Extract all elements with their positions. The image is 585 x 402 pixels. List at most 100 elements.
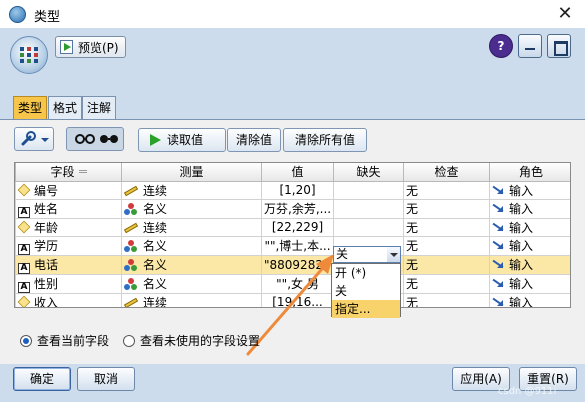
cell-measure[interactable]: 连续 xyxy=(121,180,262,200)
field-name: 性别 xyxy=(34,276,59,291)
column-header-field-label: 字段 xyxy=(50,165,75,180)
cell-field[interactable]: A 性别 xyxy=(15,273,122,294)
field-name: 编号 xyxy=(34,183,59,198)
input-arrow-icon xyxy=(492,297,504,307)
cell-check[interactable]: 无 xyxy=(403,254,490,275)
radio-current-fields[interactable]: 查看当前字段 xyxy=(20,332,109,349)
column-header-role[interactable]: 角色 xyxy=(489,163,570,182)
cell-measure[interactable]: 连续 xyxy=(121,217,262,237)
string-icon: A xyxy=(18,206,30,217)
input-arrow-icon xyxy=(492,185,504,195)
missing-option-specify[interactable]: 指定... xyxy=(332,300,400,318)
missing-option-off[interactable]: 关 xyxy=(332,282,400,300)
glasses-icon xyxy=(75,134,118,144)
missing-dropdown-list: 开 (*) 关 指定... xyxy=(331,263,401,318)
cell-field[interactable]: 编号 xyxy=(15,180,122,200)
column-header-check[interactable]: 检查 xyxy=(403,163,490,182)
cell-check[interactable]: 无 xyxy=(403,180,490,200)
watermark: csdn @911i xyxy=(498,386,557,397)
cell-role[interactable]: 输入 xyxy=(489,180,570,200)
ok-button[interactable]: 确定 xyxy=(13,367,71,391)
table-row[interactable]: A 姓名 名义 万芬,余芳,... 无 输入 xyxy=(15,198,570,219)
input-arrow-icon xyxy=(492,222,504,232)
sort-icon xyxy=(78,170,87,174)
cell-missing[interactable] xyxy=(333,198,404,219)
measure-label: 连续 xyxy=(143,220,168,235)
role-label: 输入 xyxy=(509,239,534,253)
cell-check[interactable]: 无 xyxy=(403,235,490,256)
cell-field[interactable]: A 姓名 xyxy=(15,198,122,219)
ruler-icon xyxy=(123,185,139,196)
nominal-icon xyxy=(124,278,138,290)
preview-label: 预览(P) xyxy=(78,41,119,55)
cell-role[interactable]: 输入 xyxy=(489,254,570,275)
minimize-button[interactable] xyxy=(518,34,542,58)
diamond-icon xyxy=(17,295,31,307)
cell-role[interactable]: 输入 xyxy=(489,198,570,219)
column-header-values[interactable]: 值 xyxy=(261,163,334,182)
tab-format[interactable]: 格式 xyxy=(48,96,83,120)
tools-menu-button[interactable] xyxy=(14,127,54,151)
measure-label: 连续 xyxy=(143,183,168,198)
cell-role[interactable]: 输入 xyxy=(489,273,570,294)
measure-label: 名义 xyxy=(143,277,168,291)
input-arrow-icon xyxy=(492,259,504,269)
measure-label: 名义 xyxy=(143,202,168,216)
role-label: 输入 xyxy=(509,258,534,272)
chevron-down-icon[interactable] xyxy=(387,247,400,262)
view-toggle-button[interactable] xyxy=(66,127,124,151)
nominal-icon xyxy=(124,259,138,271)
cell-role[interactable]: 输入 xyxy=(489,292,570,307)
column-header-missing[interactable]: 缺失 xyxy=(333,163,404,182)
radio-unselected-icon xyxy=(123,335,135,347)
cell-field[interactable]: 收入 xyxy=(15,292,122,307)
radio-unused-settings-label: 查看未使用的字段设置 xyxy=(140,334,261,348)
missing-option-on[interactable]: 开 (*) xyxy=(332,264,400,282)
cell-field[interactable]: A 学历 xyxy=(15,235,122,256)
cell-measure[interactable]: 名义 xyxy=(121,198,262,219)
role-label: 输入 xyxy=(509,183,534,198)
table-row[interactable]: 编号 连续 [1,20] 无 输入 xyxy=(15,180,570,200)
radio-unused-settings[interactable]: 查看未使用的字段设置 xyxy=(123,332,260,349)
maximize-button[interactable] xyxy=(547,34,571,58)
measure-label: 名义 xyxy=(143,239,168,253)
input-arrow-icon xyxy=(492,278,504,288)
cell-field[interactable]: 年龄 xyxy=(15,217,122,237)
tab-divider xyxy=(0,119,585,120)
title-bar xyxy=(0,0,585,28)
cell-values[interactable]: [1,20] xyxy=(261,180,334,200)
node-glyph-icon xyxy=(20,47,38,63)
role-label: 输入 xyxy=(509,202,534,216)
cell-check[interactable]: 无 xyxy=(403,217,490,237)
measure-label: 名义 xyxy=(143,258,168,272)
string-icon: A xyxy=(18,243,30,254)
clear-all-values-button[interactable]: 清除所有值 xyxy=(283,128,367,152)
tab-annotation[interactable]: 注解 xyxy=(82,96,117,120)
cell-check[interactable]: 无 xyxy=(403,198,490,219)
nominal-icon xyxy=(124,240,138,252)
tab-type[interactable]: 类型 xyxy=(13,96,48,120)
wrench-icon xyxy=(21,131,49,146)
clear-values-button[interactable]: 清除值 xyxy=(227,128,281,152)
cell-check[interactable]: 无 xyxy=(403,273,490,294)
table-row[interactable]: 年龄 连续 [22,229] 无 输入 xyxy=(15,217,570,237)
cell-check[interactable]: 无 xyxy=(403,292,490,307)
cell-missing[interactable] xyxy=(333,180,404,200)
cell-values[interactable]: 万芬,余芳,... xyxy=(261,198,334,219)
measure-label: 连续 xyxy=(143,295,168,308)
cell-missing[interactable] xyxy=(333,217,404,237)
read-values-button[interactable]: 读取值 xyxy=(138,128,226,152)
cell-field[interactable]: A 电话 xyxy=(15,254,122,275)
help-button[interactable]: ? xyxy=(489,34,513,58)
cell-role[interactable]: 输入 xyxy=(489,217,570,237)
column-header-measure[interactable]: 测量 xyxy=(121,163,262,182)
cell-role[interactable]: 输入 xyxy=(489,235,570,256)
radio-selected-icon xyxy=(20,335,32,347)
cancel-button[interactable]: 取消 xyxy=(77,367,135,391)
cell-values[interactable]: [22,229] xyxy=(261,217,334,237)
ruler-icon xyxy=(123,297,139,307)
field-name: 姓名 xyxy=(34,201,59,216)
close-button[interactable]: ✕ xyxy=(552,2,578,26)
field-name: 年龄 xyxy=(34,220,59,235)
column-header-field[interactable]: 字段 xyxy=(15,163,122,182)
